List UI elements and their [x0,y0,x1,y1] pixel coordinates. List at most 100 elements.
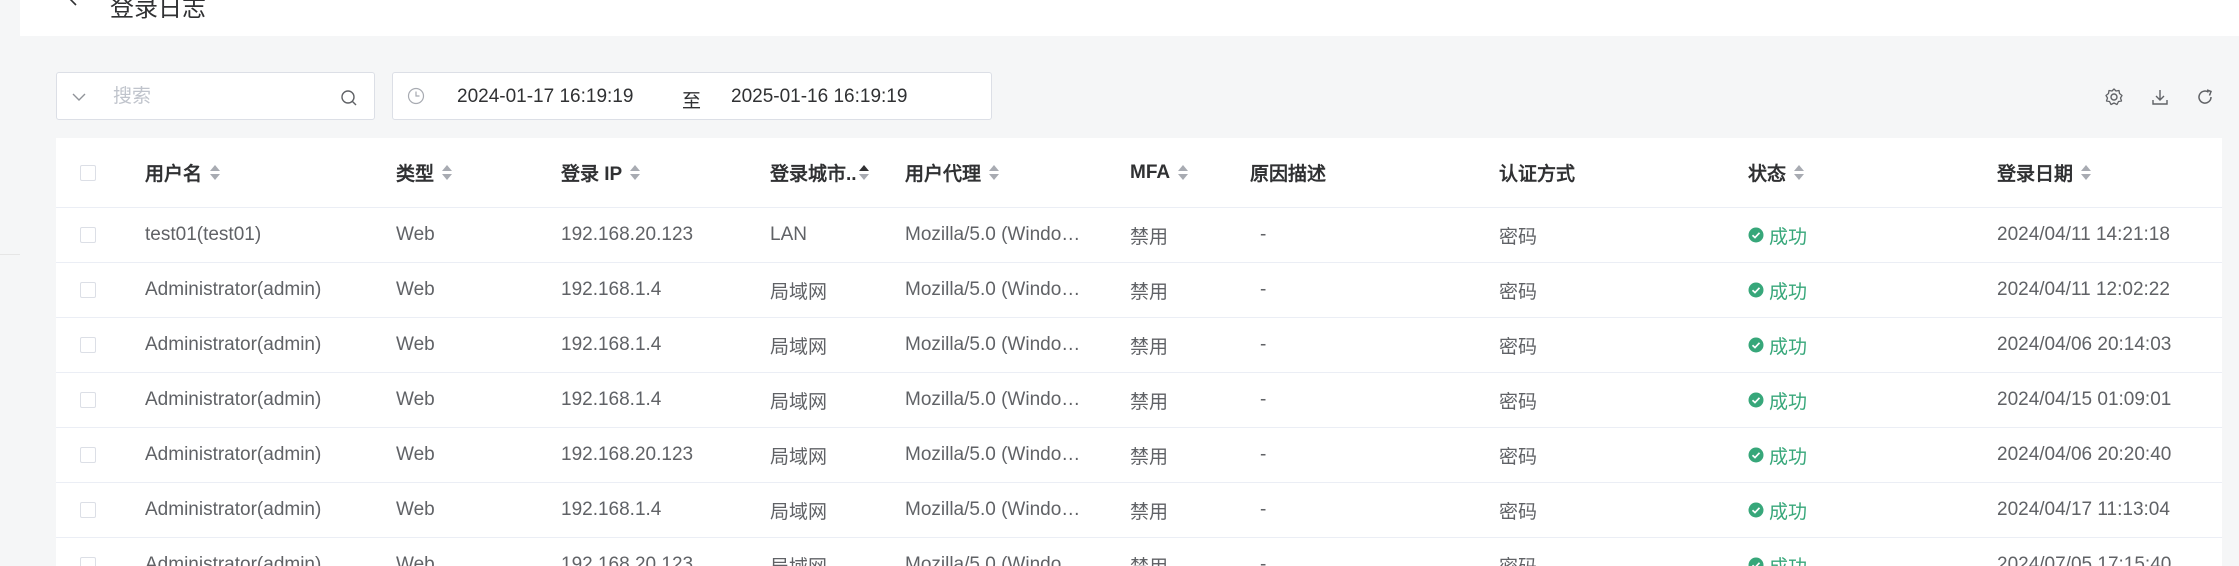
cell-mfa-text: 禁用 [1130,501,1169,523]
cell-type: Web [396,483,546,537]
cell-type-text: Web [396,554,435,566]
table-row[interactable]: Administrator(admin) Web 192.168.20.123 局域网… [56,538,2222,566]
cell-username-text[interactable]: Administrator(admin) [145,389,321,411]
select-all-checkbox[interactable] [80,164,96,181]
cell-username-text[interactable]: Administrator(admin) [145,499,321,521]
column-header-label: MFA [1130,161,1171,183]
cell-reason-text: - [1260,224,1267,245]
column-header-mfa[interactable]: MFA [1130,138,1240,207]
cell-status: 成功 [1748,483,1948,537]
cell-city-text: 局域网 [770,281,828,303]
cell-city-text: 局域网 [770,336,828,358]
cell-user-agent-text: Mozilla/5.0 (Windo… [905,279,1081,300]
cell-reason: - [1260,373,1460,427]
sort-icon[interactable] [442,163,453,183]
row-checkbox[interactable] [80,227,96,243]
cell-username-text[interactable]: Administrator(admin) [145,279,321,301]
check-circle-icon [1748,227,1764,243]
settings-icon[interactable] [2104,87,2124,107]
row-select-cell [80,428,110,482]
cell-ip-text: 192.168.20.123 [561,444,694,465]
cell-auth-text: 密码 [1499,391,1538,413]
row-checkbox[interactable] [80,337,96,353]
sort-icon[interactable] [210,163,221,183]
sort-icon[interactable] [630,163,641,183]
cell-date-text: 2024/04/11 14:21:18 [1997,224,2170,245]
check-circle-icon [1748,502,1764,518]
cell-date-text: 2024/04/06 20:14:03 [1997,334,2172,355]
column-header-ip[interactable]: 登录 IP [561,138,761,207]
cell-mfa: 禁用 [1130,318,1240,372]
column-header-date[interactable]: 登录日期 [1997,138,2217,207]
table-row[interactable]: Administrator(admin) Web 192.168.1.4 局域网 Moz… [56,483,2222,538]
column-header-type[interactable]: 类型 [396,138,546,207]
column-header-status[interactable]: 状态 [1748,138,1948,207]
cell-username-text[interactable]: Administrator(admin) [145,554,321,566]
cell-reason-text: - [1260,499,1267,520]
cell-auth: 密码 [1499,263,1699,317]
cell-auth: 密码 [1499,373,1699,427]
date-start-input[interactable]: 2024-01-17 16:19:19 [457,86,633,108]
cell-type-text: Web [396,224,435,245]
search-input[interactable] [111,83,335,111]
cell-city: 局域网 [770,428,900,482]
row-checkbox[interactable] [80,447,96,463]
sort-icon[interactable] [858,163,869,183]
sort-icon[interactable] [989,163,1000,183]
table-row[interactable]: Administrator(admin) Web 192.168.20.123 局域网… [56,428,2222,483]
row-checkbox[interactable] [80,502,96,518]
row-checkbox[interactable] [80,557,96,566]
cell-username-text[interactable]: Administrator(admin) [145,334,321,356]
cell-ip: 192.168.1.4 [561,263,761,317]
clock-icon [407,87,425,105]
status-badge: 成功 [1748,332,1807,359]
cell-city-text: 局域网 [770,446,828,468]
cell-auth: 密码 [1499,483,1699,537]
table-row[interactable]: Administrator(admin) Web 192.168.1.4 局域网 Moz… [56,263,2222,318]
sort-icon[interactable] [1794,163,1805,183]
cell-type-text: Web [396,499,435,520]
status-text: 成功 [1769,281,1808,303]
cell-date: 2024/04/11 12:02:22 [1997,263,2217,317]
cell-mfa: 禁用 [1130,373,1240,427]
row-checkbox[interactable] [80,392,96,408]
back-arrow-icon[interactable] [66,0,82,8]
cell-mfa-text: 禁用 [1130,226,1169,248]
cell-username-text[interactable]: test01(test01) [145,224,261,246]
download-icon[interactable] [2150,87,2170,107]
sort-icon[interactable] [1178,163,1189,183]
cell-username-text[interactable]: Administrator(admin) [145,444,321,466]
sidebar-divider [0,254,20,255]
sort-icon[interactable] [2081,163,2092,183]
date-range-picker[interactable]: 2024-01-17 16:19:19 至 2025-01-16 16:19:1… [392,72,992,120]
column-header-username[interactable]: 用户名 [145,138,385,207]
cell-user-agent-text: Mozilla/5.0 (Windo… [905,444,1081,465]
cell-auth-text: 密码 [1499,446,1538,468]
cell-user-agent-text: Mozilla/5.0 (Windo… [905,334,1081,355]
cell-user-agent: Mozilla/5.0 (Windo… [905,428,1095,482]
cell-user-agent-text: Mozilla/5.0 (Windo… [905,389,1081,410]
cell-status: 成功 [1748,208,1948,262]
cell-type: Web [396,318,546,372]
column-header-label: 认证方式 [1499,164,1576,185]
cell-user-agent-text: Mozilla/5.0 (Windo… [905,499,1081,520]
column-header-city[interactable]: 登录城市.. [770,138,900,207]
page-title: 登录日志 [110,0,206,22]
cell-ip: 192.168.1.4 [561,373,761,427]
chevron-down-icon[interactable] [71,89,87,105]
cell-reason: - [1260,208,1460,262]
cell-username: Administrator(admin) [145,538,385,566]
cell-date: 2024/04/15 01:09:01 [1997,373,2217,427]
table-row[interactable]: Administrator(admin) Web 192.168.1.4 局域网 Moz… [56,318,2222,373]
cell-ip: 192.168.20.123 [561,208,761,262]
date-end-input[interactable]: 2025-01-16 16:19:19 [731,86,907,108]
column-header-user-agent[interactable]: 用户代理 [905,138,1115,207]
table-row[interactable]: Administrator(admin) Web 192.168.1.4 局域网 Moz… [56,373,2222,428]
row-checkbox[interactable] [80,282,96,298]
select-all-cell [80,138,110,207]
search-icon[interactable] [340,89,358,107]
left-sidebar-strip [0,0,20,566]
refresh-icon[interactable] [2195,87,2215,107]
table-row[interactable]: test01(test01) Web 192.168.20.123 LAN Mozill… [56,208,2222,263]
cell-status: 成功 [1748,318,1948,372]
